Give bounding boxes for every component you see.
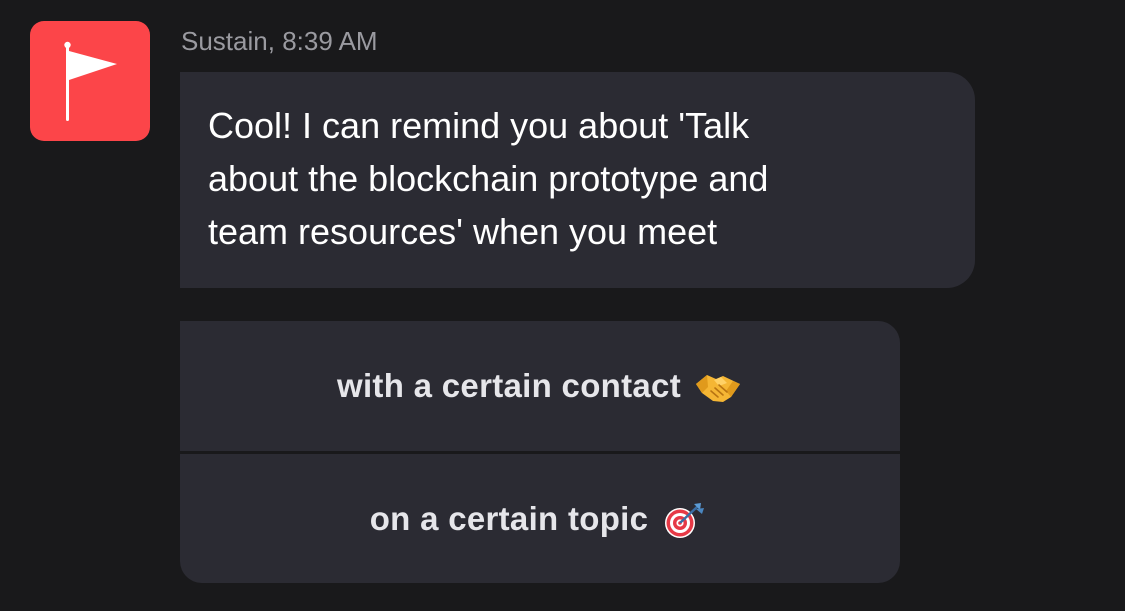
flag-icon	[64, 41, 117, 121]
message-time: 8:39 AM	[282, 26, 378, 56]
option-label: on a certain topic	[369, 499, 649, 537]
bot-avatar	[30, 21, 150, 141]
sender-name: Sustain	[181, 26, 268, 56]
option-with-contact-button[interactable]: with a certain contact	[180, 321, 900, 451]
handshake-icon	[693, 367, 743, 407]
message-meta: Sustain, 8:39 AM	[181, 24, 378, 58]
message-text: Cool! I can remind you about 'Talk about…	[208, 105, 769, 252]
reply-options: with a certain contact on a certain topi…	[180, 321, 900, 583]
option-label: with a certain contact	[336, 367, 681, 404]
meta-separator: ,	[267, 26, 283, 56]
option-on-topic-button[interactable]: on a certain topic	[180, 454, 900, 583]
message-bubble: Cool! I can remind you about 'Talk about…	[180, 72, 975, 288]
target-icon	[660, 500, 710, 540]
